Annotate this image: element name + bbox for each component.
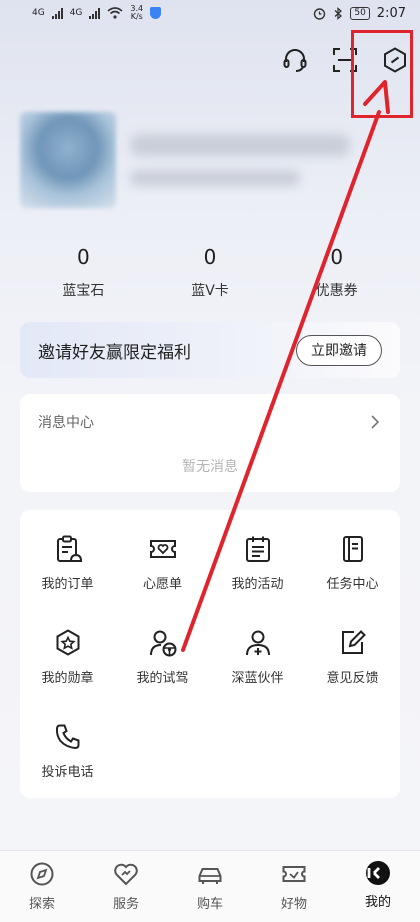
- settings-hexagon-icon: [384, 47, 406, 73]
- stat-blue-v-card[interactable]: 0 蓝V卡: [147, 244, 274, 300]
- message-empty-text: 暂无消息: [182, 459, 238, 475]
- nav-label: 我的: [364, 895, 391, 910]
- nav-buy-car[interactable]: 购车: [168, 851, 252, 922]
- goods-ticket-icon: [282, 866, 306, 882]
- blurred-subtitle: [130, 170, 300, 186]
- wifi-icon: [107, 7, 123, 19]
- service-label: 任务中心: [326, 577, 379, 592]
- stat-label: 优惠券: [315, 283, 358, 299]
- invite-title: 邀请好友赢限定福利: [38, 342, 191, 363]
- status-bar: 4G 4G 3.4 K/s 50 2:07: [0, 0, 420, 26]
- service-label: 意见反馈: [326, 671, 379, 686]
- shield-icon: [150, 7, 162, 19]
- stat-coupons[interactable]: 0 优惠券: [273, 244, 400, 300]
- service-label: 深蓝伙伴: [231, 671, 284, 686]
- customer-service-button[interactable]: [270, 40, 320, 80]
- service-wishlist[interactable]: 心愿单: [115, 534, 210, 604]
- phone-icon: [55, 724, 79, 750]
- service-label: 心愿单: [142, 577, 182, 592]
- nav-explore[interactable]: 探索: [0, 851, 84, 922]
- services-card: 我的订单 心愿单 我的活动 任务中心 我的勋章 我的试驾 深蓝伙伴 意见反馈 投…: [20, 510, 400, 798]
- message-center-header: 消息中心: [20, 394, 400, 432]
- explore-icon: [30, 862, 54, 886]
- partner-icon: [245, 630, 270, 656]
- profile-name-blurred: [130, 134, 350, 186]
- bottom-nav: 探索 服务 购车 好物 我的: [0, 850, 420, 922]
- test-drive-icon: [149, 630, 176, 657]
- status-right: 50 2:07: [313, 6, 406, 21]
- nav-label: 探索: [28, 897, 55, 912]
- stat-label: 蓝V卡: [191, 283, 229, 299]
- message-center-card[interactable]: 消息中心 暂无消息: [20, 394, 400, 492]
- service-complaint-hotline[interactable]: 投诉电话: [20, 722, 115, 792]
- medal-icon: [56, 629, 79, 656]
- stat-value: 0: [330, 245, 344, 269]
- signal-icon: [51, 7, 63, 19]
- battery-level: 50: [350, 6, 370, 20]
- calendar-icon: [245, 536, 270, 562]
- headset-icon: [283, 49, 307, 72]
- service-my-activities[interactable]: 我的活动: [210, 534, 305, 604]
- stat-value: 0: [76, 245, 90, 269]
- nav-mine[interactable]: 我的: [336, 851, 420, 922]
- net-speed: 3.4 K/s: [130, 5, 143, 21]
- stat-sapphire[interactable]: 0 蓝宝石: [20, 244, 147, 300]
- wishlist-icon: [149, 540, 176, 558]
- profile-section[interactable]: [20, 112, 400, 208]
- service-label: 我的勋章: [41, 671, 94, 686]
- task-book-icon: [342, 536, 363, 562]
- order-icon: [56, 535, 82, 562]
- clock: 2:07: [376, 5, 406, 21]
- service-label: 我的试驾: [136, 671, 189, 686]
- network-label-b: 4G: [69, 8, 83, 18]
- scan-icon: [333, 48, 357, 72]
- bluetooth-icon: [334, 6, 343, 20]
- chevron-right-icon[interactable]: [370, 414, 380, 430]
- service-task-center[interactable]: 任务中心: [305, 534, 400, 604]
- service-label: 我的订单: [41, 577, 94, 592]
- car-icon: [198, 868, 222, 884]
- mine-face-icon: [367, 867, 380, 879]
- service-feedback[interactable]: 意见反馈: [305, 628, 400, 698]
- signal-icon-2: [89, 7, 101, 19]
- service-label: 投诉电话: [41, 765, 94, 780]
- mine-icon: [366, 861, 390, 885]
- nav-label: 服务: [112, 897, 139, 912]
- annotation-arrow-head: [363, 80, 390, 114]
- settings-button[interactable]: [370, 40, 420, 80]
- nav-goods[interactable]: 好物: [252, 851, 336, 922]
- nav-label: 购车: [196, 897, 223, 912]
- service-heart-icon: [114, 863, 138, 886]
- network-label-a: 4G: [32, 8, 45, 18]
- stat-value: 0: [203, 245, 217, 269]
- message-center-title: 消息中心: [38, 415, 94, 431]
- blurred-name: [130, 134, 350, 156]
- service-my-orders[interactable]: 我的订单: [20, 534, 115, 604]
- services-grid: 我的订单 心愿单 我的活动 任务中心 我的勋章 我的试驾 深蓝伙伴 意见反馈 投…: [20, 534, 400, 792]
- status-left: 4G 4G 3.4 K/s: [32, 5, 162, 21]
- alarm-icon: [314, 7, 326, 20]
- header-actions: [270, 40, 420, 80]
- nav-label: 好物: [280, 897, 307, 912]
- invite-banner[interactable]: 邀请好友赢限定福利 立即邀请: [20, 322, 400, 378]
- service-label: 我的活动: [231, 577, 284, 592]
- stat-label: 蓝宝石: [62, 283, 105, 299]
- service-my-medals[interactable]: 我的勋章: [20, 628, 115, 698]
- invite-now-button[interactable]: 立即邀请: [296, 334, 382, 366]
- feedback-icon: [341, 630, 366, 654]
- net-speed-unit: K/s: [130, 12, 143, 21]
- avatar[interactable]: [20, 112, 116, 208]
- service-my-test-drive[interactable]: 我的试驾: [115, 628, 210, 698]
- stats-row: 0 蓝宝石 0 蓝V卡 0 优惠券: [20, 244, 400, 300]
- nav-service[interactable]: 服务: [84, 851, 168, 922]
- scan-button[interactable]: [320, 40, 370, 80]
- service-deepblue-partner[interactable]: 深蓝伙伴: [210, 628, 305, 698]
